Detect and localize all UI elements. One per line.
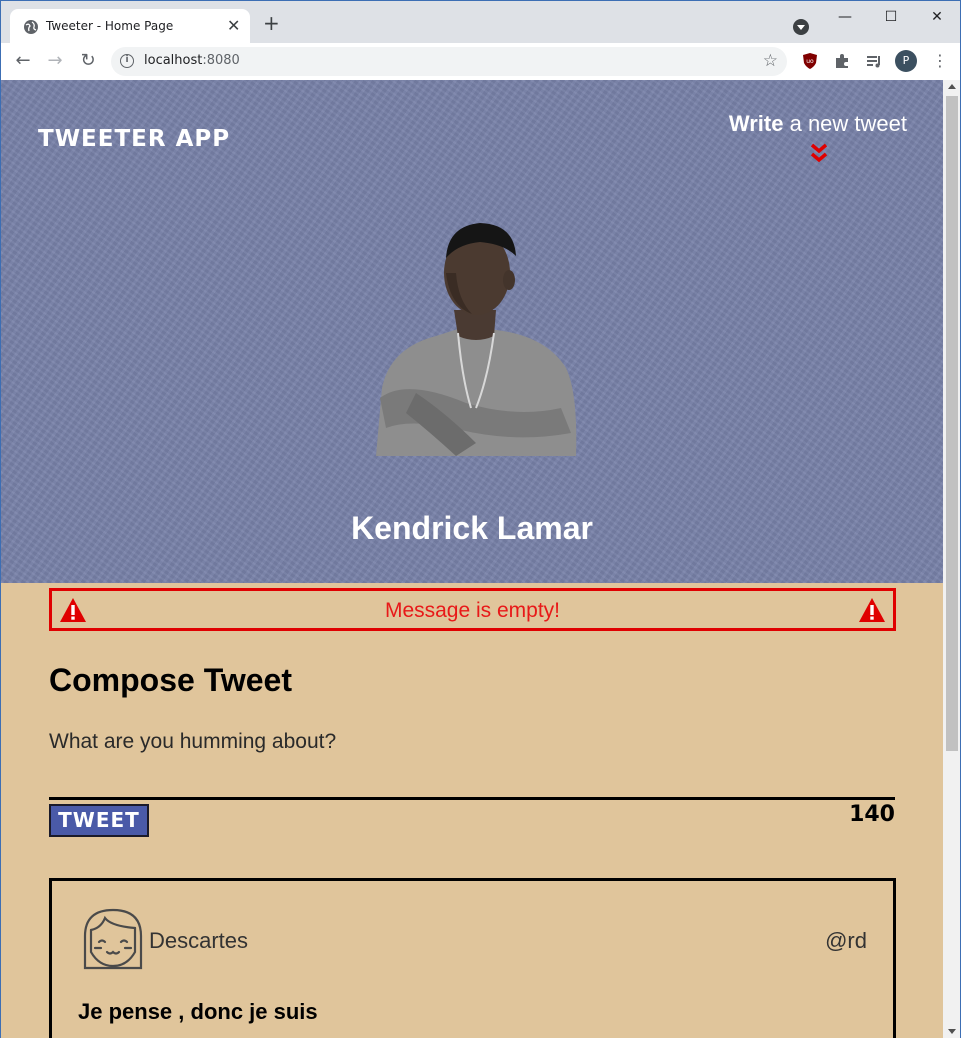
page-viewport: Tweeter App Write a new tweet [0, 80, 943, 1038]
new-tab-button[interactable]: + [263, 13, 280, 33]
tab-search-icon[interactable] [793, 19, 809, 35]
url-text: localhost:8080 [144, 53, 240, 68]
profile-avatar-image [376, 223, 577, 456]
reload-icon[interactable]: ↻ [76, 49, 100, 73]
avatar-icon [83, 908, 143, 970]
tab-close-icon[interactable]: ✕ [227, 17, 240, 35]
globe-icon [24, 20, 38, 34]
tab-strip: Tweeter - Home Page ✕ + — ☐ ✕ [0, 0, 961, 44]
extensions-icon[interactable] [833, 52, 851, 70]
browser-toolbar: ← → ↻ i localhost:8080 ☆ uo P ⋮ [0, 43, 961, 80]
warning-icon [859, 598, 885, 622]
tweet-input[interactable] [49, 730, 895, 800]
close-window-button[interactable]: ✕ [922, 7, 952, 27]
tweet-author-name: Descartes [149, 928, 249, 953]
tab-title: Tweeter - Home Page [46, 19, 174, 33]
minimize-button[interactable]: — [830, 7, 860, 27]
forward-icon[interactable]: → [43, 49, 67, 73]
info-icon[interactable]: i [120, 54, 134, 68]
chevron-double-down-icon[interactable] [810, 142, 828, 164]
write-label-rest: a new tweet [783, 111, 907, 136]
ublock-icon[interactable]: uo [801, 52, 819, 70]
profile-name: Kendrick Lamar [351, 510, 593, 546]
write-new-tweet-link[interactable]: Write a new tweet [729, 111, 907, 137]
profile-header: Tweeter App Write a new tweet [1, 80, 943, 583]
star-icon[interactable]: ☆ [763, 51, 778, 71]
tweet-card: Descartes @rd Je pense , donc je suis [49, 878, 896, 1038]
browser-tab[interactable]: Tweeter - Home Page ✕ [10, 9, 250, 44]
media-icon[interactable] [865, 52, 883, 70]
character-counter: 140 [849, 802, 895, 827]
write-label-bold: Write [728, 111, 784, 136]
maximize-button[interactable]: ☐ [876, 7, 906, 27]
brand-logo[interactable]: Tweeter App [38, 126, 230, 152]
error-message: Message is empty! [384, 599, 561, 622]
tweet-button[interactable]: Tweet [49, 804, 149, 837]
tweet-text: Je pense , donc je suis [78, 999, 318, 1024]
profile-avatar[interactable]: P [895, 50, 917, 72]
back-icon[interactable]: ← [11, 49, 35, 73]
scrollbar-thumb[interactable] [946, 96, 958, 751]
scroll-up-icon[interactable] [948, 84, 956, 89]
error-banner: Message is empty! [49, 588, 896, 631]
url-port: :8080 [202, 53, 240, 68]
url-host: localhost [144, 53, 203, 68]
scroll-down-icon[interactable] [948, 1029, 956, 1034]
svg-text:uo: uo [806, 58, 814, 65]
compose-title: Compose Tweet [49, 662, 292, 698]
address-bar[interactable]: i localhost:8080 ☆ [111, 47, 787, 76]
tweet-author-handle: @rd [825, 928, 867, 953]
scrollbar[interactable] [943, 80, 961, 1038]
menu-icon[interactable]: ⋮ [932, 50, 948, 72]
